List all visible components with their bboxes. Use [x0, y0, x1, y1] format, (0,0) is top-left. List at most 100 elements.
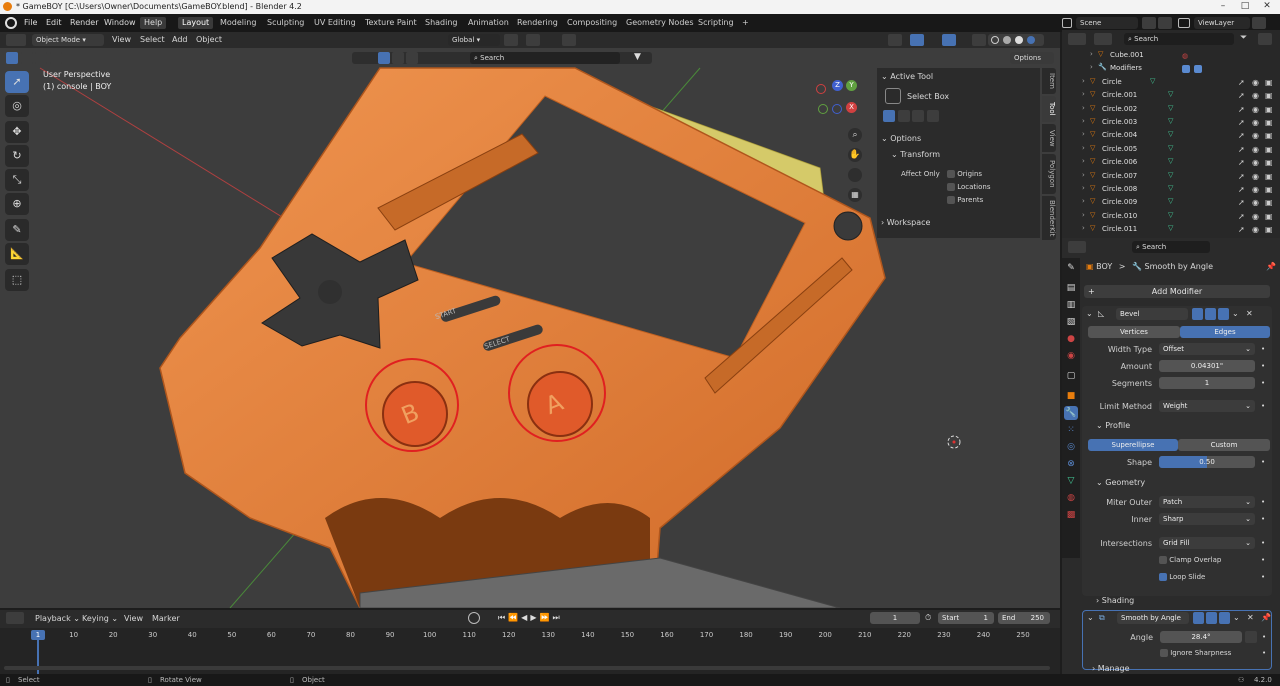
tab-edges[interactable]: Edges [1180, 326, 1270, 338]
viewport-menu-select[interactable]: Select [140, 35, 165, 44]
active-tool-header[interactable]: ⌄ Active Tool [881, 72, 933, 81]
viewport-search-input[interactable]: ⌕ Search [470, 52, 620, 64]
animate-dot-icon[interactable]: • [1262, 649, 1266, 657]
shading-modes[interactable] [988, 34, 1044, 46]
close-icon[interactable]: ✕ [1262, 1, 1272, 11]
timeline-menu-view[interactable]: View [124, 614, 143, 623]
bevel-name-field[interactable]: Bevel [1116, 308, 1188, 320]
viewport-menu-view[interactable]: View [112, 35, 131, 44]
smooth-name-field[interactable]: Smooth by Angle [1117, 612, 1189, 624]
profile-superellipse-button[interactable]: Superellipse [1088, 439, 1178, 451]
expand-chevron-icon[interactable]: › [1082, 90, 1090, 98]
grid-view-icon[interactable]: ▦ [848, 188, 862, 202]
tab-item[interactable]: Item [1042, 68, 1056, 94]
tool-mode-extend-icon[interactable] [897, 110, 910, 122]
tab-blenderkit[interactable]: BlenderKit [1042, 196, 1056, 240]
tab-compositing[interactable]: Compositing [563, 17, 621, 29]
ignore-sharpness-checkbox[interactable]: Ignore Sharpness [1160, 649, 1231, 657]
select-arrow-icon[interactable]: ➚ [1238, 212, 1245, 221]
expand-chevron-icon[interactable]: › [1082, 144, 1090, 152]
smooth-editmode-icon[interactable] [1193, 612, 1204, 624]
outliner-search-input[interactable]: ⌕ Search [1124, 33, 1234, 45]
tab-scripting[interactable]: Scripting [694, 17, 738, 29]
pivot-icon[interactable] [504, 34, 518, 46]
blender-logo-icon[interactable] [5, 17, 17, 29]
eye-icon[interactable]: ◉ [1252, 198, 1259, 207]
tab-sculpting[interactable]: Sculpting [263, 17, 308, 29]
display-mode-icon[interactable] [1094, 33, 1112, 45]
scale-tool[interactable]: ⤡ [5, 169, 29, 191]
tab-view[interactable]: View [1042, 124, 1056, 152]
auto-keying-icon[interactable] [468, 612, 480, 624]
jump-start-icon[interactable]: ⏮ [498, 613, 508, 622]
current-frame-field[interactable]: 1 [870, 612, 920, 624]
move-tool[interactable]: ✥ [5, 121, 29, 143]
timeline-editor-icon[interactable] [6, 612, 24, 624]
workspace-header[interactable]: › Workspace [881, 218, 930, 227]
particles-tab-icon[interactable]: ⁙ [1064, 423, 1078, 437]
select-arrow-icon[interactable]: ➚ [1238, 131, 1245, 140]
animate-dot-icon[interactable]: • [1261, 402, 1265, 410]
world-props-tab-icon[interactable]: ◉ [1064, 349, 1078, 363]
camera-icon[interactable]: ▣ [1265, 145, 1273, 154]
render-props-tab-icon[interactable]: ▤ [1064, 281, 1078, 295]
maximize-icon[interactable]: □ [1240, 1, 1250, 11]
cursor-tool[interactable]: ◎ [5, 95, 29, 117]
material-tab-icon[interactable]: ◍ [1064, 491, 1078, 505]
expand-chevron-icon[interactable]: › [1090, 63, 1098, 71]
locations-checkbox[interactable]: Locations [947, 183, 991, 191]
animate-dot-icon[interactable]: • [1261, 573, 1265, 581]
bevel-close-icon[interactable]: ✕ [1246, 309, 1253, 318]
playhead-frame-marker[interactable]: 1 [31, 630, 45, 640]
camera-icon[interactable]: ▣ [1265, 158, 1273, 167]
outliner-row[interactable]: › ▽ Circle.010 ▽ ➚ ◉ ▣ [1062, 211, 1280, 224]
expand-chevron-icon[interactable]: › [1082, 77, 1090, 85]
profile-custom-button[interactable]: Custom [1178, 439, 1270, 451]
add-modifier-button[interactable]: + Add Modifier [1084, 285, 1270, 298]
bevel-render-icon[interactable] [1218, 308, 1229, 320]
menu-render[interactable]: Render [66, 17, 102, 29]
eye-icon[interactable]: ◉ [1252, 78, 1259, 87]
origins-check[interactable] [947, 170, 955, 178]
animate-dot-icon[interactable]: • [1261, 379, 1265, 387]
angle-field[interactable]: 28.4° [1160, 631, 1242, 643]
animate-dot-icon[interactable]: • [1261, 515, 1265, 523]
outliner-row[interactable]: › ▽ Circle ▽ ➚ ◉ ▣ [1062, 77, 1280, 90]
select-arrow-icon[interactable]: ➚ [1238, 225, 1245, 234]
tab-layout[interactable]: Layout [178, 17, 214, 29]
eye-icon[interactable]: ◉ [1252, 225, 1259, 234]
delete-scene-icon[interactable] [1158, 17, 1172, 29]
expand-chevron-icon[interactable]: › [1082, 197, 1090, 205]
select-arrow-icon[interactable]: ➚ [1238, 158, 1245, 167]
collection-props-tab-icon[interactable]: ▢ [1064, 369, 1078, 383]
expand-chevron-icon[interactable]: › [1082, 104, 1090, 112]
output-props-tab-icon[interactable]: ▥ [1064, 298, 1078, 312]
select-arrow-icon[interactable]: ➚ [1238, 172, 1245, 181]
angle-node-link-icon[interactable] [1245, 631, 1257, 643]
pan-hand-icon[interactable]: ✋ [848, 148, 862, 162]
expand-chevron-icon[interactable]: › [1082, 130, 1090, 138]
proportional-edit-icon[interactable] [562, 34, 576, 46]
timeline-menu-keying[interactable]: Keying ⌄ [82, 614, 118, 623]
camera-icon[interactable]: ▣ [1265, 91, 1273, 100]
material-shading-icon[interactable] [1015, 36, 1023, 44]
intersections-select[interactable]: Grid Fill ⌄ [1159, 537, 1255, 549]
amount-field[interactable]: 0.04301" [1159, 360, 1255, 372]
expand-chevron-icon[interactable]: › [1082, 184, 1090, 192]
loop-slide-checkbox[interactable]: Loop Slide [1159, 573, 1205, 581]
expand-chevron-icon[interactable]: › [1082, 211, 1090, 219]
new-collection-icon[interactable] [1258, 33, 1272, 45]
camera-icon[interactable]: ▣ [1265, 105, 1273, 114]
navigation-gizmo[interactable]: Z Y X [814, 78, 862, 120]
limit-method-select[interactable]: Weight ⌄ [1159, 400, 1255, 412]
select-subtract-icon[interactable] [35, 52, 48, 64]
parents-checkbox[interactable]: Parents [947, 196, 983, 204]
mode-icon-2[interactable] [392, 52, 404, 64]
tool-mode-subtract-icon[interactable] [912, 110, 925, 122]
minimize-icon[interactable]: – [1218, 1, 1228, 11]
animate-dot-icon[interactable]: • [1261, 556, 1265, 564]
animate-dot-icon[interactable]: • [1261, 498, 1265, 506]
properties-editor-icon[interactable] [1068, 241, 1086, 253]
end-frame-field[interactable]: End 250 [998, 612, 1050, 624]
next-keyframe-icon[interactable]: ⏩ [539, 613, 552, 622]
